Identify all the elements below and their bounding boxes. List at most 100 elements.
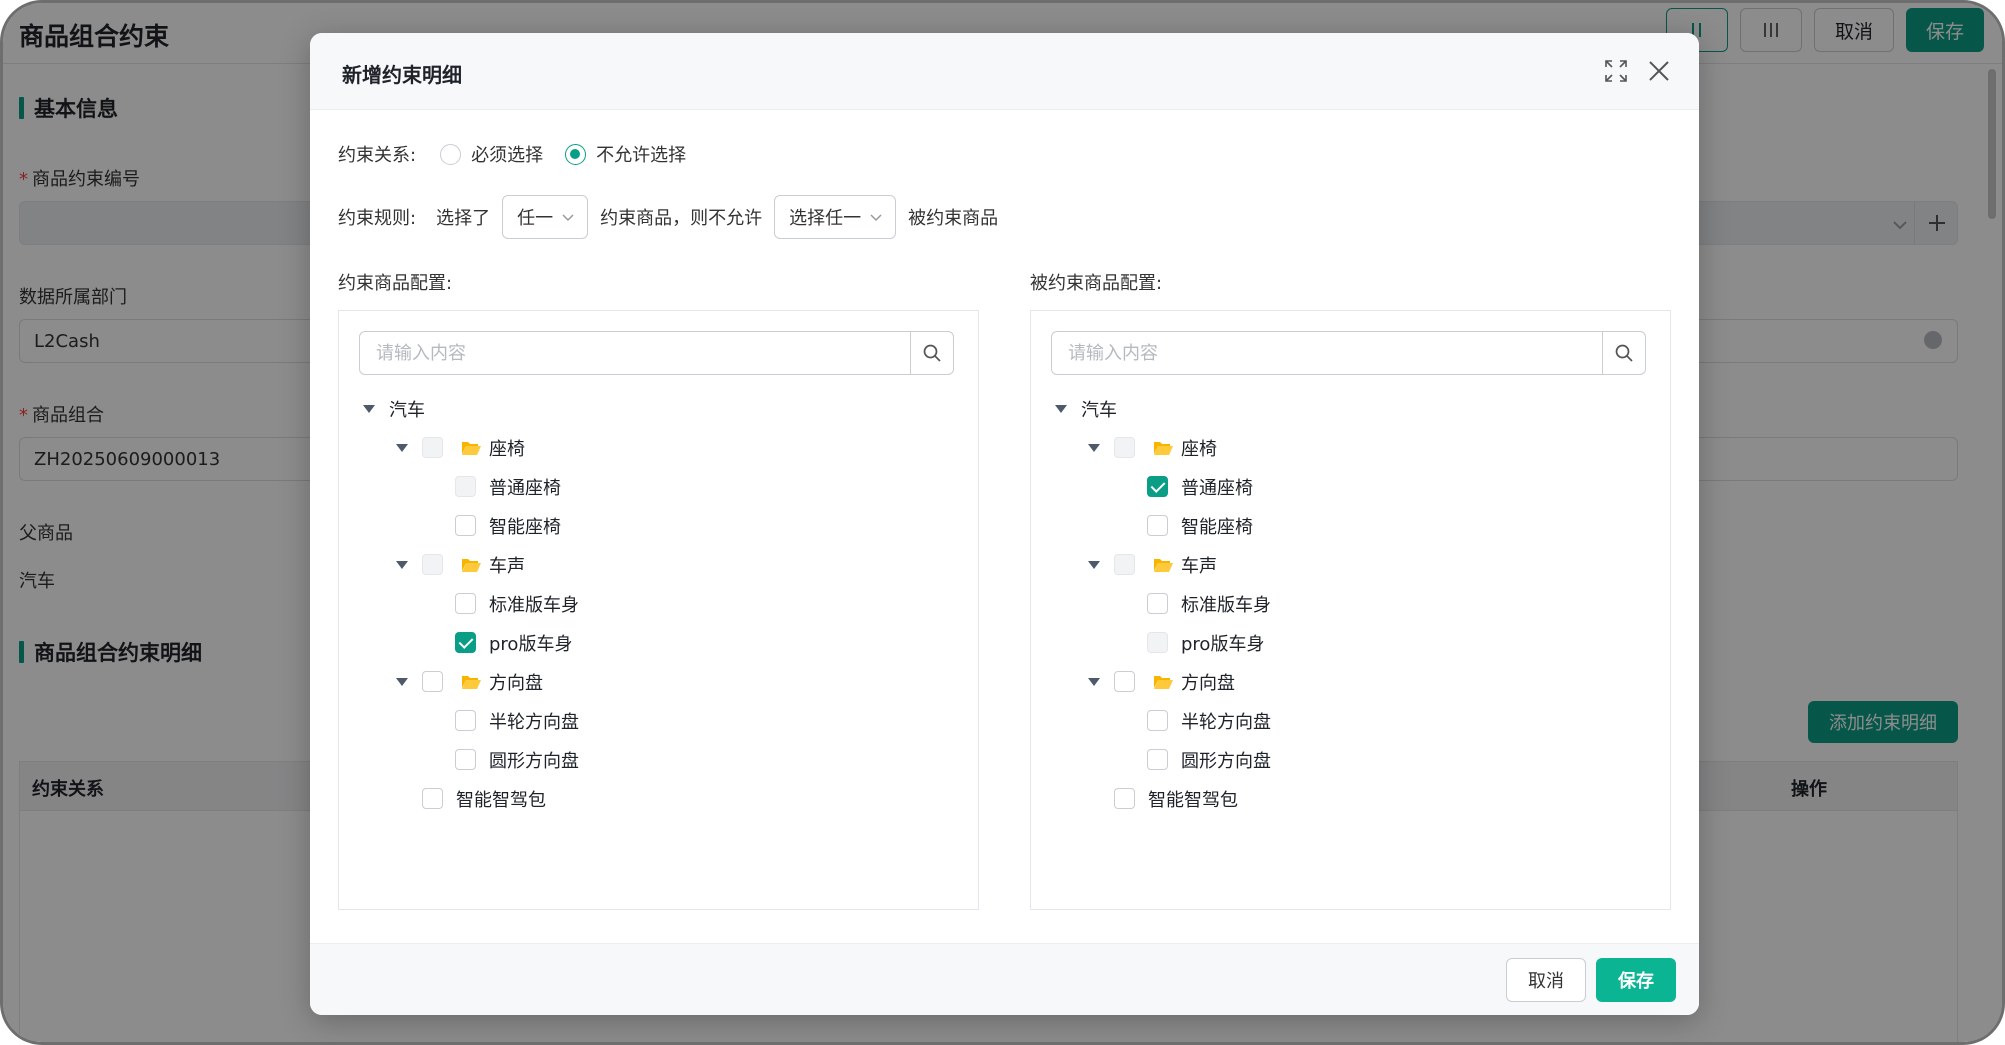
tree-node[interactable]: 汽车 (363, 389, 425, 428)
checkbox (422, 554, 443, 575)
tree-node[interactable]: 智能座椅 (429, 506, 561, 545)
tree-node[interactable]: 车声 (396, 545, 525, 584)
tree-node-label: 车声 (1181, 555, 1217, 577)
tree-node-label: 汽车 (1081, 399, 1117, 421)
right-panel-label: 被约束商品配置: (1030, 273, 1163, 294)
search-input[interactable] (1052, 332, 1602, 374)
add-constraint-detail-dialog: 新增约束明细 约束关系: 必须选择 不允许选择 约束规则: 选择了 任一 约束商… (310, 33, 1699, 1015)
select-value: 任一 (517, 208, 554, 229)
radio-must-select[interactable]: 必须选择 (440, 141, 543, 167)
tree-node[interactable]: 圆形方向盘 (1121, 740, 1271, 779)
right-search (1051, 331, 1646, 375)
checkbox[interactable] (1147, 476, 1168, 497)
caret-down-icon[interactable] (396, 560, 408, 569)
dialog-save-button[interactable]: 保存 (1596, 958, 1676, 1002)
checkbox (1114, 554, 1135, 575)
tree-node[interactable]: 半轮方向盘 (1121, 701, 1271, 740)
checkbox[interactable] (455, 515, 476, 536)
caret-slot (1055, 404, 1081, 413)
caret-down-icon[interactable] (363, 404, 375, 413)
close-icon[interactable] (1645, 57, 1673, 85)
checkbox[interactable] (455, 710, 476, 731)
tree-node-label: 标准版车身 (1181, 594, 1271, 616)
fullscreen-icon[interactable] (1602, 57, 1630, 85)
tree-node[interactable]: 方向盘 (1088, 662, 1235, 701)
tree-node[interactable]: 普通座椅 (1121, 467, 1253, 506)
search-input[interactable] (360, 332, 910, 374)
tree-node[interactable]: 汽车 (1055, 389, 1117, 428)
checkbox[interactable] (455, 593, 476, 614)
tree-node[interactable]: 半轮方向盘 (429, 701, 579, 740)
chevron-down-icon (870, 214, 882, 222)
tree-node[interactable]: 座椅 (1088, 428, 1217, 467)
rule-text-middle: 约束商品，则不允许 (600, 208, 763, 229)
tree-node-label: 方向盘 (1181, 672, 1235, 694)
tree-node-label: 普通座椅 (1181, 477, 1253, 499)
tree-node[interactable]: 智能智驾包 (396, 779, 546, 818)
tree-node-label: 方向盘 (489, 672, 543, 694)
caret-down-icon[interactable] (1055, 404, 1067, 413)
search-button[interactable] (1602, 332, 1645, 374)
tree-node[interactable]: 标准版车身 (1121, 584, 1271, 623)
checkbox[interactable] (1147, 515, 1168, 536)
checkbox[interactable] (1147, 749, 1168, 770)
checkbox (1147, 632, 1168, 653)
left-search (359, 331, 954, 375)
caret-down-icon[interactable] (396, 443, 408, 452)
tree-node-label: 车声 (489, 555, 525, 577)
search-button[interactable] (910, 332, 953, 374)
caret-down-icon[interactable] (1088, 443, 1100, 452)
tree-node-label: pro版车身 (1181, 633, 1265, 655)
tree-node-label: 半轮方向盘 (489, 711, 579, 733)
folder-open-icon (462, 441, 481, 455)
caret-slot (1088, 443, 1114, 452)
rule-select-choose-any[interactable]: 选择任一 (774, 195, 897, 239)
checkbox[interactable] (1147, 710, 1168, 731)
tree-node-label: 半轮方向盘 (1181, 711, 1271, 733)
checkbox[interactable] (422, 788, 443, 809)
checkbox[interactable] (455, 749, 476, 770)
radio-circle[interactable] (440, 143, 462, 165)
checkbox[interactable] (1114, 788, 1135, 809)
caret-down-icon[interactable] (1088, 677, 1100, 686)
radio-label: 必须选择 (471, 145, 544, 166)
tree-node[interactable]: 普通座椅 (429, 467, 561, 506)
relation-label: 约束关系: (338, 145, 417, 166)
caret-down-icon[interactable] (396, 677, 408, 686)
tree-node[interactable]: 车声 (1088, 545, 1217, 584)
caret-down-icon[interactable] (1088, 560, 1100, 569)
rule-text-end: 被约束商品 (908, 208, 999, 229)
checkbox[interactable] (455, 632, 476, 653)
dialog-cancel-button[interactable]: 取消 (1506, 958, 1586, 1002)
dialog-footer: 取消 保存 (310, 943, 1699, 1015)
radio-circle[interactable] (565, 143, 587, 165)
radio-not-allowed[interactable]: 不允许选择 (565, 141, 686, 167)
tree-node[interactable]: 方向盘 (396, 662, 543, 701)
tree-node[interactable]: 标准版车身 (429, 584, 579, 623)
tree-node[interactable]: 智能智驾包 (1088, 779, 1238, 818)
select-value: 选择任一 (789, 208, 862, 229)
tree-node-label: 座椅 (1181, 438, 1217, 460)
checkbox[interactable] (1147, 593, 1168, 614)
tree-node-label: 汽车 (389, 399, 425, 421)
tree-node-label: 智能座椅 (489, 516, 561, 538)
tree-node[interactable]: 座椅 (396, 428, 525, 467)
tree-node-label: 圆形方向盘 (1181, 750, 1271, 772)
rule-select-any[interactable]: 任一 (502, 195, 589, 239)
search-icon (923, 344, 941, 362)
tree-node-label: 智能智驾包 (456, 789, 546, 811)
checkbox[interactable] (422, 671, 443, 692)
caret-slot (1088, 560, 1114, 569)
checkbox (422, 437, 443, 458)
tree-node-label: 座椅 (489, 438, 525, 460)
tree-node[interactable]: pro版车身 (429, 623, 572, 662)
checkbox[interactable] (1114, 671, 1135, 692)
tree-node[interactable]: pro版车身 (1121, 623, 1264, 662)
tree-node[interactable]: 圆形方向盘 (429, 740, 579, 779)
tree-node[interactable]: 智能座椅 (1121, 506, 1253, 545)
tree-node-label: 智能座椅 (1181, 516, 1253, 538)
folder-open-icon (1154, 441, 1173, 455)
tree-node-label: pro版车身 (489, 633, 573, 655)
dialog-title: 新增约束明细 (342, 63, 462, 87)
app-window: 商品组合约束 取消 保存 基本信息 * 商品约束编号 数据所属部门 L2Cash … (0, 0, 2005, 1045)
